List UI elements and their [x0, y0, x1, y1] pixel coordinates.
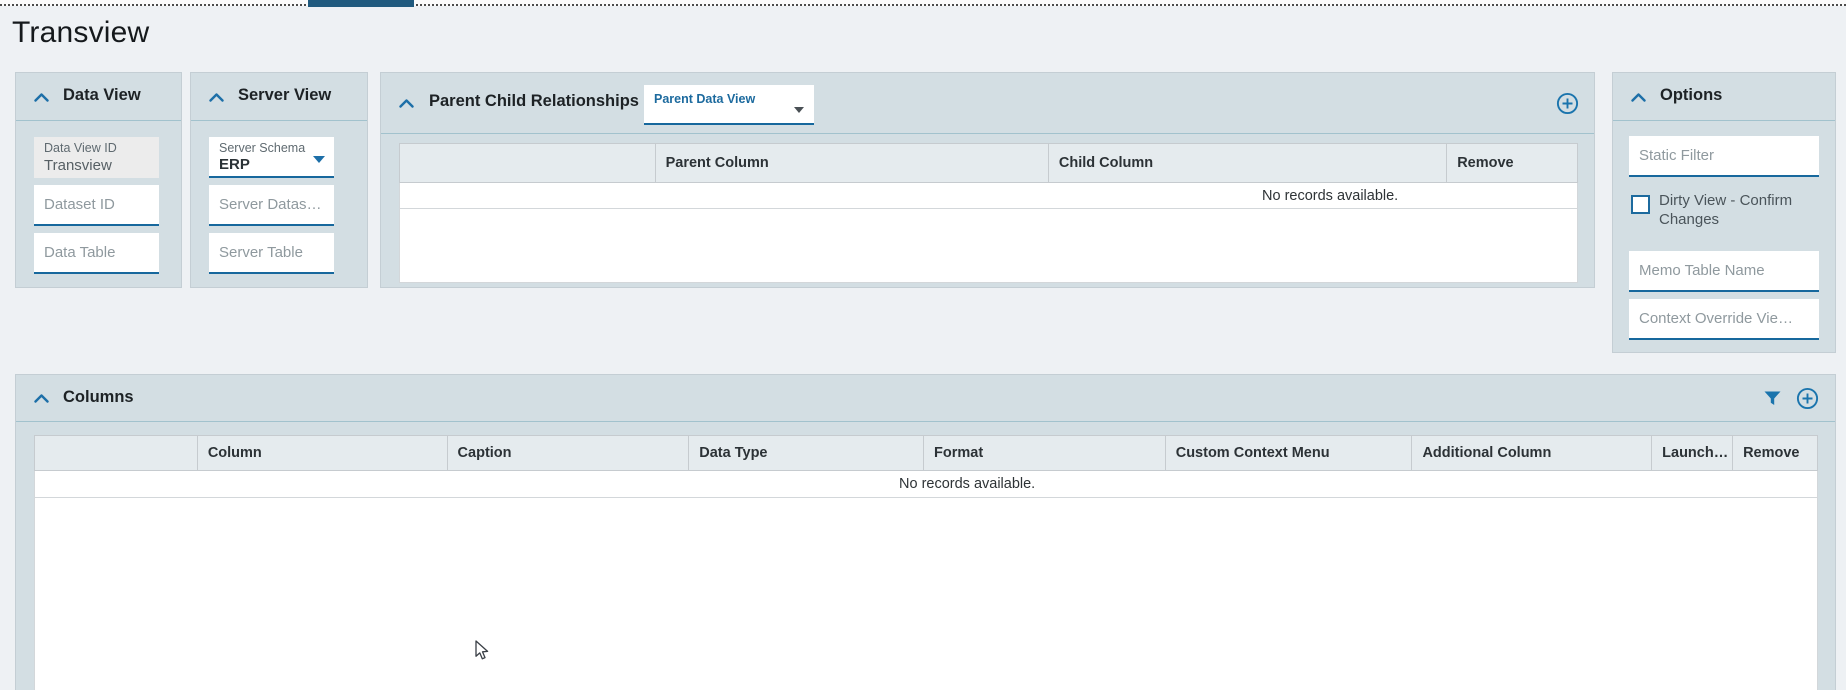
caret-down-icon: [313, 156, 325, 163]
column-header-launch: Launch…: [1652, 436, 1734, 470]
panel-header-server-view: Server View: [191, 73, 367, 121]
transview-screen: Transview Data View Data View ID Transvi…: [0, 0, 1846, 690]
data-view-id-label: Data View ID: [44, 141, 117, 155]
add-relationship-button[interactable]: [1556, 92, 1579, 115]
panel-header-columns: Columns: [16, 375, 1835, 422]
mouse-cursor-icon: [475, 640, 491, 667]
server-table-input[interactable]: [209, 233, 334, 274]
panel-header-options: Options: [1613, 73, 1835, 121]
chevron-up-icon[interactable]: [209, 93, 224, 102]
panel-title-server-view: Server View: [238, 86, 332, 104]
memo-table-name-input[interactable]: [1629, 251, 1819, 292]
columns-table-body: [34, 498, 1818, 690]
chevron-up-icon[interactable]: [34, 93, 49, 102]
panel-server-view: Server View Server Schema ERP: [190, 72, 368, 288]
dotted-focus-border: [0, 0, 1846, 6]
parent-data-view-dropdown[interactable]: Parent Data View: [644, 85, 814, 125]
page-title: Transview: [12, 16, 150, 49]
server-schema-label: Server Schema: [219, 141, 306, 155]
panel-title-data-view: Data View: [63, 86, 141, 104]
panel-header-parent-child: Parent Child Relationships Parent Data V…: [381, 73, 1594, 134]
panel-title-parent-child: Parent Child Relationships: [429, 92, 639, 110]
panel-title-columns: Columns: [63, 388, 134, 406]
server-dataset-input[interactable]: [209, 185, 334, 226]
columns-table: Column Caption Data Type Format Custom C…: [34, 435, 1818, 690]
parent-child-table-body: [399, 209, 1578, 283]
context-override-input[interactable]: [1629, 299, 1819, 340]
chevron-up-icon[interactable]: [399, 99, 414, 108]
column-header-custom-context-menu: Custom Context Menu: [1166, 436, 1413, 470]
parent-data-view-label: Parent Data View: [654, 92, 756, 106]
parent-child-table-header: Parent Column Child Column Remove: [399, 143, 1578, 183]
static-filter-input[interactable]: [1629, 136, 1819, 177]
column-header-blank: [400, 144, 656, 182]
column-header-remove: Remove: [1457, 155, 1514, 171]
dirty-view-checkbox[interactable]: [1631, 195, 1650, 214]
column-header-column: Column: [198, 436, 448, 470]
server-schema-value: ERP: [219, 156, 250, 173]
no-records-message: No records available.: [1262, 187, 1399, 204]
dirty-view-checkbox-label: Dirty View - Confirm Changes: [1659, 192, 1793, 228]
column-header-caption: Caption: [448, 436, 690, 470]
column-header-parent-column: Parent Column: [656, 144, 1049, 182]
chevron-up-icon[interactable]: [1631, 93, 1646, 102]
add-column-button[interactable]: [1796, 387, 1819, 410]
data-view-id-field: Data View ID Transview: [34, 137, 159, 178]
dataset-id-input[interactable]: [34, 185, 159, 226]
data-table-input[interactable]: [34, 233, 159, 274]
column-header-format: Format: [924, 436, 1166, 470]
filter-icon[interactable]: [1764, 391, 1781, 406]
server-schema-dropdown[interactable]: Server Schema ERP: [209, 137, 334, 178]
chevron-up-icon[interactable]: [34, 394, 49, 403]
panel-options: Options Dirty View - Confirm Changes: [1612, 72, 1836, 353]
panel-columns: Columns Column Caption Data Type Format …: [15, 374, 1836, 690]
panel-parent-child-relationships: Parent Child Relationships Parent Data V…: [380, 72, 1595, 288]
column-header-blank: [35, 436, 198, 470]
column-header-child-column: Child Column: [1049, 144, 1448, 182]
columns-empty-row: No records available.: [34, 471, 1818, 498]
parent-child-table: Parent Column Child Column Remove No rec…: [399, 143, 1578, 283]
panel-header-data-view: Data View: [16, 73, 181, 121]
column-header-remove: Remove: [1743, 445, 1800, 461]
no-records-message: No records available.: [899, 476, 1036, 492]
data-view-id-value: Transview: [44, 157, 112, 174]
parent-child-empty-row: No records available.: [399, 183, 1578, 209]
column-header-data-type: Data Type: [689, 436, 924, 470]
caret-down-icon: [794, 107, 804, 113]
columns-table-header: Column Caption Data Type Format Custom C…: [34, 435, 1818, 471]
column-header-additional-column: Additional Column: [1412, 436, 1653, 470]
panel-data-view: Data View Data View ID Transview: [15, 72, 182, 288]
top-tab-indicator: [308, 0, 414, 7]
panel-title-options: Options: [1660, 86, 1723, 104]
